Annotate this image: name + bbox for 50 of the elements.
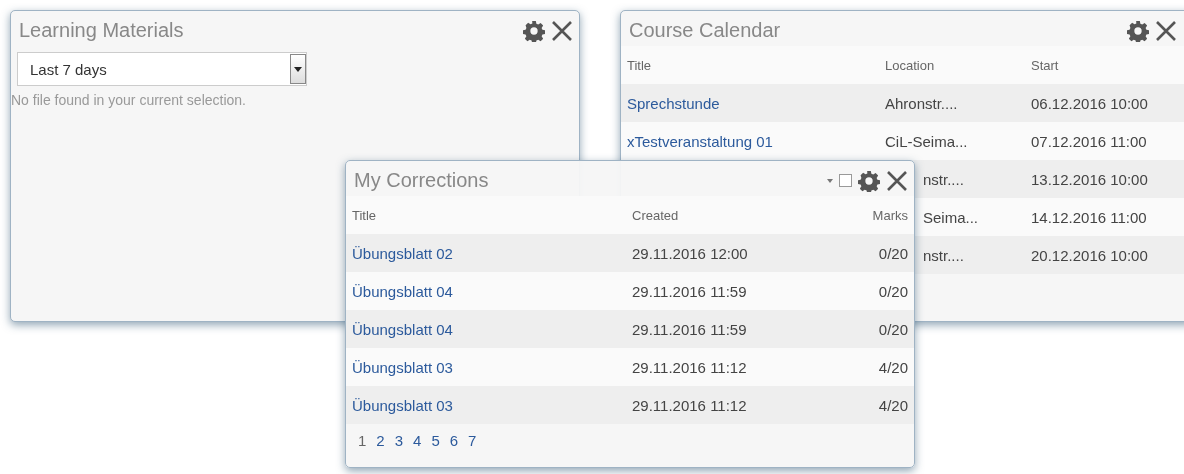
checkbox-icon[interactable]	[839, 174, 852, 187]
start-cell: 13.12.2016 10:00	[1025, 160, 1184, 198]
start-cell: 20.12.2016 10:00	[1025, 236, 1184, 274]
column-header[interactable]: Title	[346, 196, 626, 234]
created-cell: 29.11.2016 11:12	[626, 348, 826, 386]
settings-icon[interactable]	[858, 169, 880, 192]
page-link[interactable]: 5	[431, 432, 440, 449]
close-icon[interactable]	[551, 19, 573, 42]
close-icon[interactable]	[1155, 19, 1177, 42]
period-select[interactable]: Last 7 days	[17, 52, 307, 86]
exercise-link[interactable]: Übungsblatt 04	[352, 282, 453, 300]
location-cell: CiL-Seima...	[879, 122, 1025, 160]
settings-icon[interactable]	[523, 19, 545, 42]
page-link[interactable]: 7	[468, 432, 477, 449]
location-cell: Ahronstr....	[879, 84, 1025, 122]
page-link[interactable]: 4	[413, 432, 422, 449]
start-cell: 06.12.2016 10:00	[1025, 84, 1184, 122]
marks-cell: 4/20	[826, 348, 914, 386]
panel-title: Learning Materials	[19, 19, 185, 42]
close-icon[interactable]	[886, 169, 908, 192]
empty-message: No file found in your current selection.	[11, 92, 247, 108]
start-cell: 07.12.2016 11:00	[1025, 122, 1184, 160]
column-header[interactable]: Title	[621, 46, 879, 84]
caret-icon	[294, 66, 302, 72]
page-link[interactable]: 2	[376, 432, 385, 449]
marks-cell: 0/20	[826, 310, 914, 348]
column-header[interactable]: Start	[1025, 46, 1184, 84]
panel-title: My Corrections	[354, 169, 490, 192]
marks-cell: 0/20	[826, 234, 914, 272]
start-cell: 14.12.2016 11:00	[1025, 198, 1184, 236]
exercise-link[interactable]: Übungsblatt 03	[352, 396, 453, 414]
exercise-link[interactable]: Übungsblatt 02	[352, 244, 453, 262]
caret-icon[interactable]	[827, 178, 833, 183]
created-cell: 29.11.2016 11:12	[626, 386, 826, 424]
created-cell: 29.11.2016 11:59	[626, 310, 826, 348]
event-link[interactable]: Sprechstunde	[627, 94, 720, 112]
created-cell: 29.11.2016 11:59	[626, 272, 826, 310]
column-header[interactable]: Marks	[826, 196, 914, 234]
exercise-link[interactable]: Übungsblatt 04	[352, 320, 453, 338]
page-link[interactable]: 1	[358, 432, 367, 449]
created-cell: 29.11.2016 12:00	[626, 234, 826, 272]
exercise-link[interactable]: Übungsblatt 03	[352, 358, 453, 376]
settings-icon[interactable]	[1127, 19, 1149, 42]
marks-cell: 4/20	[826, 386, 914, 424]
column-header[interactable]: Created	[626, 196, 826, 234]
marks-cell: 0/20	[826, 272, 914, 310]
page-link[interactable]: 3	[394, 432, 404, 449]
column-header[interactable]: Location	[879, 46, 1025, 84]
page-link[interactable]: 6	[449, 432, 459, 449]
panel-title: Course Calendar	[629, 19, 782, 42]
